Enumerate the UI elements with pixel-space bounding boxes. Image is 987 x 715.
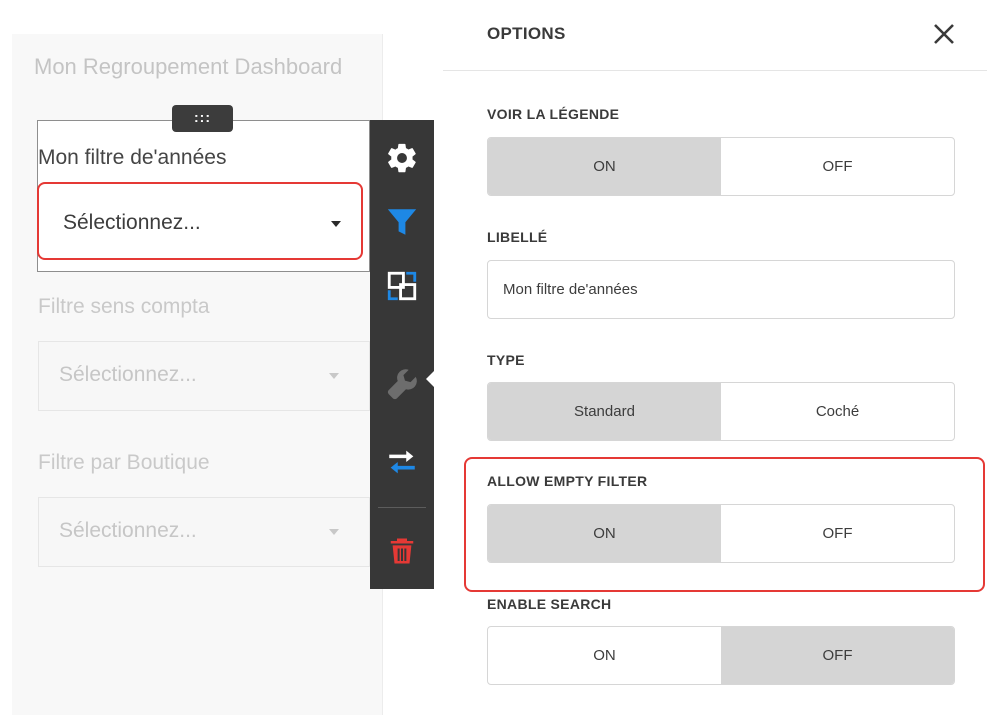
show-legend-off-button[interactable]: OFF [721, 138, 954, 195]
enable-search-off-button[interactable]: OFF [721, 627, 954, 684]
dashboard-group-title: Mon Regroupement Dashboard [34, 54, 343, 79]
type-standard-button[interactable]: Standard [488, 383, 721, 440]
filter-icon [387, 209, 417, 235]
allow-empty-filter-on-button[interactable]: ON [488, 505, 721, 562]
dropdown-caret-icon [329, 529, 339, 535]
options-panel: OPTIONS VOIR LA LÉGENDE ON OFF LIBELLÉ M… [443, 0, 987, 715]
allow-empty-filter-off-button[interactable]: OFF [721, 505, 954, 562]
caption-input[interactable]: Mon filtre de'années [487, 260, 955, 319]
convert-icon [387, 271, 417, 301]
options-panel-header: OPTIONS [443, 0, 987, 71]
toolbar-options-button[interactable] [370, 353, 434, 417]
toolbar-separator [378, 507, 426, 508]
dropdown-caret-icon [329, 373, 339, 379]
boutique-select[interactable]: Sélectionnez... [38, 497, 370, 567]
select-placeholder: Sélectionnez... [63, 211, 201, 234]
select-placeholder: Sélectionnez... [59, 519, 197, 542]
filter-label-sens-compta: Filtre sens compta [38, 295, 210, 318]
options-panel-title: OPTIONS [487, 24, 566, 43]
toolbar-pointer [426, 369, 436, 389]
filter-label-boutique: Filtre par Boutique [38, 451, 210, 474]
close-button[interactable] [930, 20, 958, 48]
toolbar-filter-button[interactable] [370, 190, 434, 254]
allow-empty-filter-toggle: ON OFF [487, 504, 955, 563]
show-legend-on-button[interactable]: ON [488, 138, 721, 195]
wrench-icon [387, 369, 417, 400]
year-filter-select[interactable]: Sélectionnez... [42, 189, 360, 259]
dashboard-designer: Mon Regroupement Dashboard ::: Mon filtr… [0, 0, 987, 715]
type-toggle: Standard Coché [487, 382, 955, 441]
enable-search-on-button[interactable]: ON [488, 627, 721, 684]
enable-search-toggle: ON OFF [487, 626, 955, 685]
close-icon [934, 24, 954, 44]
toolbar-convert-button[interactable] [370, 254, 434, 318]
gear-icon [388, 143, 416, 173]
caption-label: LIBELLÉ [487, 229, 548, 245]
type-checked-button[interactable]: Coché [721, 383, 954, 440]
allow-empty-filter-label: ALLOW EMPTY FILTER [487, 473, 648, 489]
dropdown-caret-icon [331, 221, 341, 227]
toolbar-delete-button[interactable] [370, 519, 434, 583]
item-toolbar [370, 120, 434, 589]
drag-handle[interactable]: ::: [172, 105, 233, 132]
show-legend-label: VOIR LA LÉGENDE [487, 106, 620, 122]
show-legend-toggle: ON OFF [487, 137, 955, 196]
toolbar-settings-button[interactable] [370, 126, 434, 190]
trash-icon [390, 538, 414, 564]
filter-caption: Mon filtre de'années [38, 146, 227, 169]
type-label: TYPE [487, 352, 525, 368]
select-placeholder: Sélectionnez... [59, 363, 197, 386]
arrows-icon [389, 450, 415, 474]
toolbar-interactivity-button[interactable] [370, 430, 434, 494]
enable-search-label: ENABLE SEARCH [487, 596, 612, 612]
sens-compta-select[interactable]: Sélectionnez... [38, 341, 370, 411]
